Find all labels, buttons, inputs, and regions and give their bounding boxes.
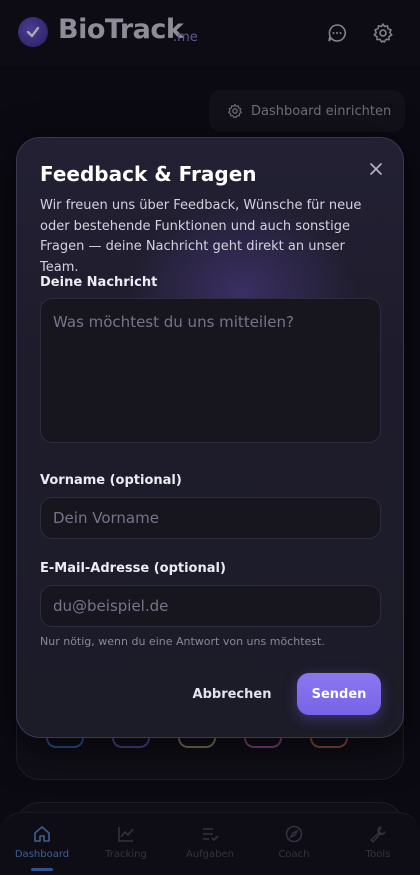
- message-label: Deine Nachricht: [40, 275, 158, 290]
- send-button[interactable]: Senden: [297, 673, 381, 715]
- firstname-input[interactable]: [40, 497, 381, 539]
- close-icon: [370, 163, 382, 175]
- cancel-button[interactable]: Abbrechen: [187, 673, 277, 715]
- modal-title: Feedback & Fragen: [40, 162, 257, 186]
- modal-description: Wir freuen uns über Feedback, Wünsche fü…: [40, 198, 362, 275]
- message-textarea[interactable]: [40, 298, 381, 443]
- firstname-label: Vorname (optional): [40, 473, 182, 488]
- feedback-modal: Feedback & Fragen Wir freuen uns über Fe…: [16, 137, 404, 738]
- email-input[interactable]: [40, 585, 381, 627]
- email-label: E-Mail-Adresse (optional): [40, 561, 226, 576]
- close-button[interactable]: [365, 158, 387, 180]
- email-hint: Nur nötig, wenn du eine Antwort von uns …: [40, 635, 325, 648]
